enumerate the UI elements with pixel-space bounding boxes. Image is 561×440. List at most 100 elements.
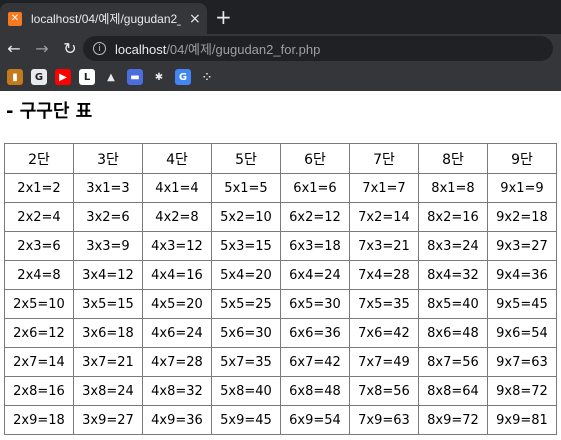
table-cell: 2x4=8 xyxy=(4,260,74,290)
page-content: - 구구단 표 2단 3단 4단 5단 6단 7단 8단 9단 2x1=2 3x1=3 4x1=4… xyxy=(0,91,561,435)
table-cell: 5x4=20 xyxy=(211,260,281,290)
table-cell: 3x9=27 xyxy=(73,405,143,435)
bookmark-2-icon[interactable]: G xyxy=(31,69,47,85)
table-cell: 8x6=48 xyxy=(418,318,488,348)
url-text[interactable]: localhost/04/예제/gugudan2_for.php xyxy=(115,39,320,58)
table-cell: 6x5=30 xyxy=(280,289,350,319)
table-cell: 3x2=6 xyxy=(73,202,143,232)
table-cell: 6x4=24 xyxy=(280,260,350,290)
table-cell: 5x6=30 xyxy=(211,318,281,348)
table-cell: 7x3=21 xyxy=(349,231,419,261)
table-cell: 5x5=25 xyxy=(211,289,281,319)
table-cell: 3x7=21 xyxy=(73,347,143,377)
table-cell: 9x2=18 xyxy=(487,202,557,232)
table-cell: 9x8=72 xyxy=(487,376,557,406)
table-cell: 3x4=12 xyxy=(73,260,143,290)
table-header-row: 2단 3단 4단 5단 6단 7단 8단 9단 xyxy=(4,143,557,174)
table-cell: 9x7=63 xyxy=(487,347,557,377)
table-cell: 3x5=15 xyxy=(73,289,143,319)
table-cell: 2x5=10 xyxy=(4,289,74,319)
table-cell: 2x7=14 xyxy=(4,347,74,377)
table-cell: 6x7=42 xyxy=(280,347,350,377)
table-cell: 4x7=28 xyxy=(142,347,212,377)
bookmark-triangle-icon[interactable]: ▲ xyxy=(103,69,119,85)
site-info-icon[interactable]: i xyxy=(93,42,106,55)
table-header-cell: 6단 xyxy=(280,143,350,174)
bookmark-naver-icon[interactable]: ▬ xyxy=(127,69,143,85)
table-row: 2x8=16 3x8=24 4x8=32 5x8=40 6x8=48 7x8=56 8x8=… xyxy=(4,376,557,406)
table-cell: 6x2=12 xyxy=(280,202,350,232)
table-row: 2x9=18 3x9=27 4x9=36 5x9=45 6x9=54 7x9=63 8x9=… xyxy=(4,405,557,435)
table-row: 2x1=2 3x1=3 4x1=4 5x1=5 6x1=6 7x1=7 8x1=8 9x1=9 xyxy=(4,173,557,203)
table-cell: 7x2=14 xyxy=(349,202,419,232)
table-cell: 7x9=63 xyxy=(349,405,419,435)
table-header-cell: 5단 xyxy=(211,143,281,174)
table-cell: 4x4=16 xyxy=(142,260,212,290)
youtube-icon[interactable]: ▶ xyxy=(55,69,71,85)
table-cell: 8x5=40 xyxy=(418,289,488,319)
table-header-cell: 7단 xyxy=(349,143,419,174)
table-cell: 2x1=2 xyxy=(4,173,74,203)
address-bar[interactable]: i localhost/04/예제/gugudan2_for.php xyxy=(83,36,553,61)
table-cell: 4x9=36 xyxy=(142,405,212,435)
table-cell: 4x8=32 xyxy=(142,376,212,406)
xampp-favicon-icon: ✕ xyxy=(8,11,22,26)
table-cell: 7x8=56 xyxy=(349,376,419,406)
table-cell: 5x9=45 xyxy=(211,405,281,435)
forward-button[interactable]: → xyxy=(28,39,56,59)
table-header-cell: 4단 xyxy=(142,143,212,174)
slack-icon[interactable]: ✱ xyxy=(151,69,167,85)
table-cell: 3x8=24 xyxy=(73,376,143,406)
table-cell: 4x3=12 xyxy=(142,231,212,261)
tab-close-icon[interactable]: × xyxy=(189,11,201,27)
table-cell: 9x1=9 xyxy=(487,173,557,203)
table-cell: 8x9=72 xyxy=(418,405,488,435)
table-cell: 2x6=12 xyxy=(4,318,74,348)
browser-tab[interactable]: ✕ localhost/04/예제/gugudan2_for.php × xyxy=(0,3,207,34)
table-row: 2x6=12 3x6=18 4x6=24 5x6=30 6x6=36 7x6=42 8x6=… xyxy=(4,318,557,348)
tab-strip: ✕ localhost/04/예제/gugudan2_for.php × + xyxy=(0,0,561,34)
table-cell: 9x4=36 xyxy=(487,260,557,290)
multiplication-table: 2단 3단 4단 5단 6단 7단 8단 9단 2x1=2 3x1=3 4x1=4 5x1=5 6x1… xyxy=(4,143,557,435)
table-cell: 5x3=15 xyxy=(211,231,281,261)
table-cell: 3x6=18 xyxy=(73,318,143,348)
table-cell: 5x8=40 xyxy=(211,376,281,406)
table-cell: 8x2=16 xyxy=(418,202,488,232)
table-cell: 9x5=45 xyxy=(487,289,557,319)
reload-button[interactable]: ↻ xyxy=(56,39,84,59)
table-row: 2x7=14 3x7=21 4x7=28 5x7=35 6x7=42 7x7=49 8x7=… xyxy=(4,347,557,377)
table-header-cell: 3단 xyxy=(73,143,143,174)
table-cell: 2x8=16 xyxy=(4,376,74,406)
table-cell: 7x4=28 xyxy=(349,260,419,290)
back-button[interactable]: ← xyxy=(0,39,28,59)
translate-icon[interactable]: G xyxy=(175,69,191,85)
table-cell: 9x6=54 xyxy=(487,318,557,348)
table-cell: 4x6=24 xyxy=(142,318,212,348)
new-tab-button[interactable]: + xyxy=(215,7,232,27)
table-cell: 8x3=24 xyxy=(418,231,488,261)
table-cell: 5x2=10 xyxy=(211,202,281,232)
table-cell: 4x1=4 xyxy=(142,173,212,203)
table-row: 2x5=10 3x5=15 4x5=20 5x5=25 6x5=30 7x5=35 8x5=… xyxy=(4,289,557,319)
browser-toolbar: ← → ↻ i localhost/04/예제/gugudan2_for.php xyxy=(0,34,561,63)
bookmark-1-icon[interactable]: ▮ xyxy=(7,69,23,85)
table-cell: 2x2=4 xyxy=(4,202,74,232)
url-host: localhost xyxy=(115,42,167,57)
bookmark-l-icon[interactable]: L xyxy=(79,69,95,85)
table-cell: 5x7=35 xyxy=(211,347,281,377)
bookmark-dots-icon[interactable]: ⁘ xyxy=(199,69,215,85)
table-cell: 6x8=48 xyxy=(280,376,350,406)
table-cell: 6x1=6 xyxy=(280,173,350,203)
table-body: 2x1=2 3x1=3 4x1=4 5x1=5 6x1=6 7x1=7 8x1=8 9x1=9… xyxy=(4,173,557,435)
table-cell: 8x4=32 xyxy=(418,260,488,290)
table-row: 2x2=4 3x2=6 4x2=8 5x2=10 6x2=12 7x2=14 8x2=16 9… xyxy=(4,202,557,232)
table-header-cell: 9단 xyxy=(487,143,557,174)
table-row: 2x4=8 3x4=12 4x4=16 5x4=20 6x4=24 7x4=28 8x4=3… xyxy=(4,260,557,290)
browser-chrome: ✕ localhost/04/예제/gugudan2_for.php × + ←… xyxy=(0,0,561,91)
table-cell: 8x8=64 xyxy=(418,376,488,406)
table-cell: 4x2=8 xyxy=(142,202,212,232)
tab-title: localhost/04/예제/gugudan2_for.php xyxy=(31,12,181,26)
table-cell: 3x3=9 xyxy=(73,231,143,261)
bookmarks-bar: ▮ G ▶ L ▲ ▬ ✱ G ⁘ xyxy=(0,63,561,91)
table-cell: 8x7=56 xyxy=(418,347,488,377)
